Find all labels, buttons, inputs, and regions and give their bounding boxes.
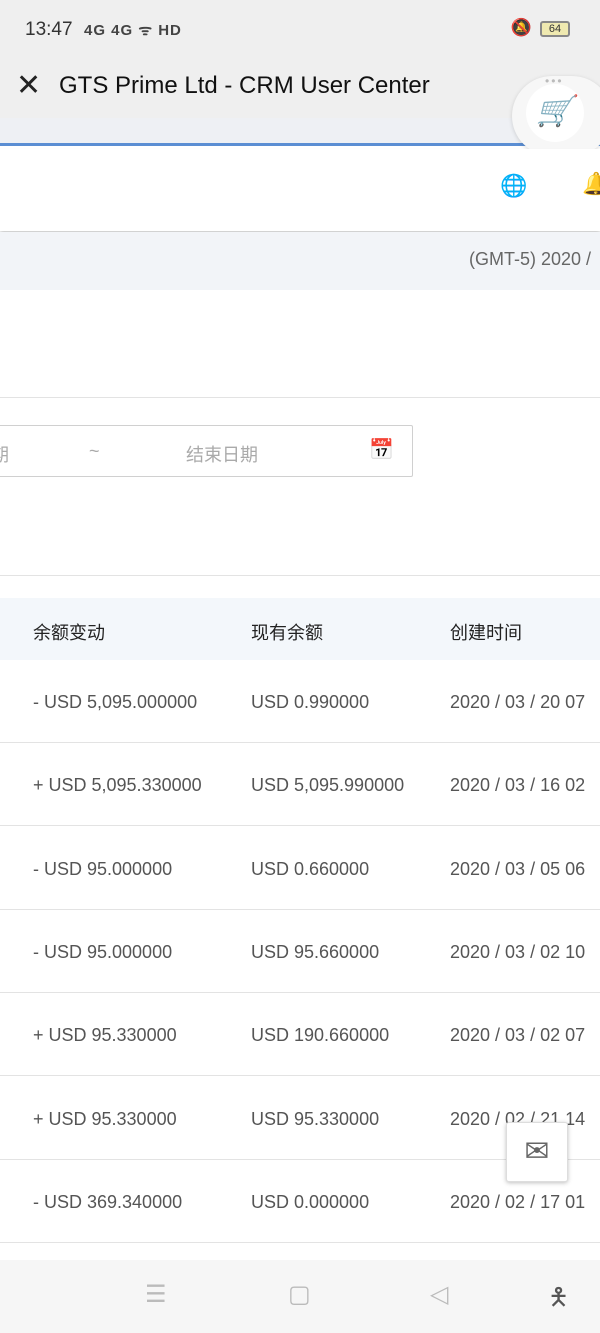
accessibility-icon[interactable]: 🯅 <box>548 1280 569 1321</box>
current-balance: USD 95.330000 <box>251 1108 380 1129</box>
current-balance: USD 0.000000 <box>251 1191 370 1212</box>
created-time: 2020 / 03 / 02 10 <box>450 941 586 962</box>
page-title: GTS Prime Ltd - CRM User Center <box>59 72 430 99</box>
end-date-input[interactable]: 结束日期 <box>186 441 258 467</box>
table-row: + USD 95.330000 USD 190.660000 2020 / 03 /… <box>0 993 600 1077</box>
calendar-icon[interactable]: 📅 <box>369 437 394 462</box>
balance-change: - USD 5,095.000000 <box>33 692 198 712</box>
table-row: + USD 5,095.330000 USD 5,095.990000 2020 /… <box>0 743 600 827</box>
balance-change: + USD 95.330000 <box>33 1108 177 1129</box>
column-header-balance-change: 余额变动 <box>33 623 105 643</box>
timezone-text: (GMT-5) 2020 / <box>469 249 592 269</box>
balance-change: - USD 369.340000 <box>33 1191 183 1212</box>
balance-change: + USD 95.330000 <box>33 1025 177 1046</box>
created-time: 2020 / 03 / 02 07 <box>450 1025 586 1046</box>
menu-icon[interactable]: ☰ <box>145 1280 167 1309</box>
table-row: - USD 95.000000 USD 95.660000 2020 / 03 / … <box>0 910 600 993</box>
floating-cart-button[interactable]: ••• 🛒 <box>512 74 600 156</box>
globe-icon[interactable]: 🌐 <box>500 173 527 199</box>
status-bar: 13:47 4G 4G ᯤ HD 🔕 64 <box>0 0 600 60</box>
range-separator: ~ <box>89 441 100 461</box>
current-balance: USD 5,095.990000 <box>251 775 405 796</box>
bell-icon[interactable]: 🔔 <box>582 171 600 197</box>
balance-change: + USD 5,095.330000 <box>33 775 202 796</box>
cart-logo-icon: 🛒 <box>526 84 584 142</box>
table-row: - USD 95.000000 USD 0.660000 2020 / 03 / 0… <box>0 827 600 910</box>
table-row: - USD 5,095.000000 USD 0.990000 2020 / 03 … <box>0 660 600 743</box>
column-header-created-time: 创建时间 <box>450 623 522 643</box>
created-time: 2020 / 03 / 16 02 <box>450 775 586 796</box>
current-balance: USD 0.990000 <box>251 692 370 712</box>
divider <box>0 397 600 398</box>
battery-icon: 64 <box>540 21 570 37</box>
balance-change: - USD 95.000000 <box>33 858 173 879</box>
clock: 13:47 <box>25 19 73 40</box>
current-balance: USD 95.660000 <box>251 941 380 962</box>
created-time: 2020 / 02 / 17 01 <box>450 1191 586 1212</box>
mail-button[interactable]: ✉ <box>506 1122 568 1182</box>
close-icon[interactable]: ✕ <box>16 68 41 103</box>
balance-change: - USD 95.000000 <box>33 941 173 962</box>
home-icon[interactable]: ▢ <box>288 1280 311 1309</box>
current-balance: USD 0.660000 <box>251 858 370 879</box>
load-progress <box>0 118 600 146</box>
created-time: 2020 / 03 / 05 06 <box>450 858 586 879</box>
column-header-current-balance: 现有余额 <box>251 623 323 643</box>
created-time: 2020 / 03 / 20 07 <box>450 692 586 712</box>
bell-off-icon: 🔕 <box>510 18 532 37</box>
start-date-input[interactable]: 期 <box>0 441 9 467</box>
envelope-icon: ✉ <box>524 1135 550 1168</box>
system-nav-bar: ☰ ▢ ◁ 🯅 <box>0 1260 600 1333</box>
browser-titlebar: ✕ GTS Prime Ltd - CRM User Center <box>0 60 600 118</box>
divider <box>0 575 600 576</box>
timezone-bar: (GMT-5) 2020 / <box>0 232 600 290</box>
signal-icons: 4G 4G ᯤ HD <box>84 22 182 39</box>
site-header: 🌐 🔔 <box>0 149 600 231</box>
back-icon[interactable]: ◁ <box>430 1280 448 1309</box>
date-range-input[interactable]: 期 ~ 结束日期 📅 <box>0 425 413 477</box>
current-balance: USD 190.660000 <box>251 1025 390 1046</box>
